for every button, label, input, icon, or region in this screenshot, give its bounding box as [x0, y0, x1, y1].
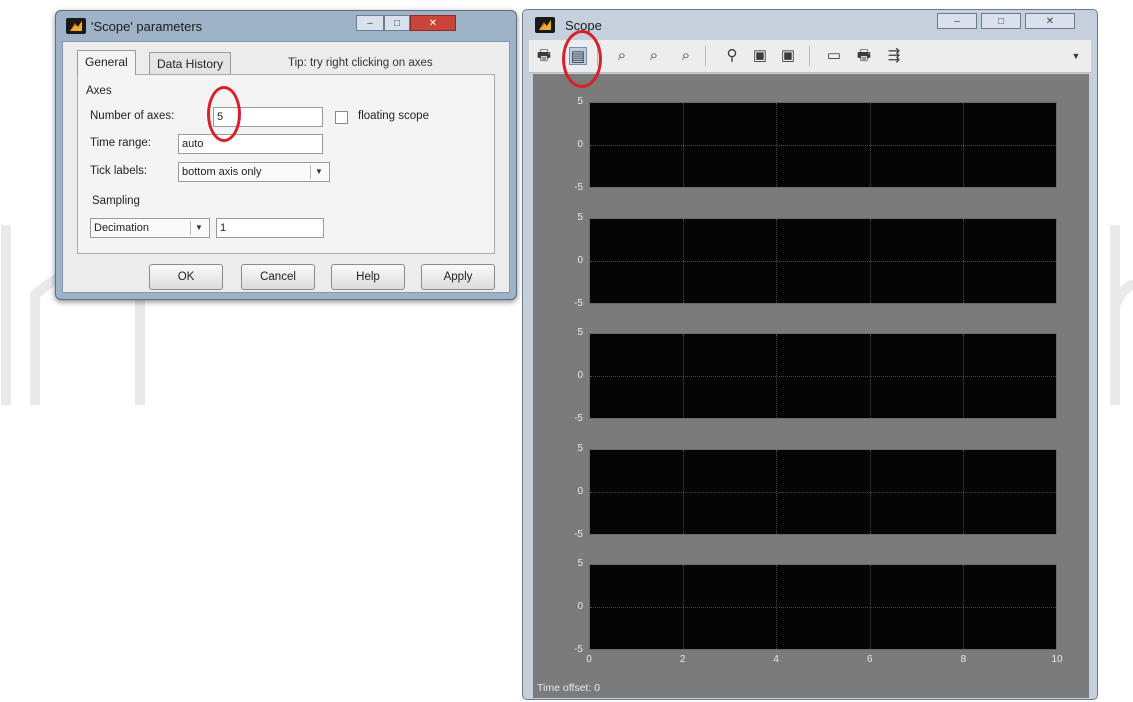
help-button[interactable]: Help [331, 264, 405, 290]
number-of-axes-label: Number of axes: [90, 110, 175, 122]
x-tick-label: 6 [867, 654, 873, 665]
maximize-button[interactable]: □ [384, 15, 410, 31]
scope-axes-5[interactable] [589, 564, 1057, 650]
restore-axes-settings-icon[interactable]: ▣ [779, 47, 797, 65]
simulink-app-icon [535, 17, 555, 33]
scope-window: Scope – □ ✕ 🖶 ▤ ⌕ ⌕ ⌕ ⚲ ▣ ▣ ▭ 🖶 ⇶ ▼ Time… [522, 9, 1098, 700]
scope-title: Scope [565, 18, 602, 33]
general-panel: Axes Number of axes: 5 floating scope Ti… [77, 74, 495, 254]
tick-labels-label: Tick labels: [90, 165, 148, 177]
zoom-y-icon[interactable]: ⌕ [677, 47, 695, 65]
save-axes-settings-icon[interactable]: ▣ [751, 47, 769, 65]
x-tick-label: 10 [1051, 654, 1063, 665]
scope-parameters-dialog: 'Scope' parameters – □ ✕ General Data Hi… [55, 10, 517, 300]
tick-labels-select[interactable]: bottom axis only ▼ [178, 162, 330, 182]
floating-scope-checkbox[interactable] [335, 111, 348, 124]
tick-labels-selected: bottom axis only [182, 166, 262, 178]
toolbar-separator [597, 46, 598, 66]
toolbar-separator [809, 46, 810, 66]
minimize-button[interactable]: – [356, 15, 384, 31]
minimize-button[interactable]: – [937, 13, 977, 29]
time-range-input[interactable]: auto [178, 134, 323, 154]
scope-window-controls: – □ ✕ [937, 13, 1075, 29]
autoscale-icon[interactable]: ⚲ [723, 47, 741, 65]
window-controls: – □ ✕ [356, 15, 456, 31]
dialog-body: General Data History Tip: try right clic… [62, 41, 510, 293]
time-offset-label: Time offset: [537, 682, 592, 694]
x-tick-label: 8 [960, 654, 967, 665]
tab-general[interactable]: General [77, 50, 136, 75]
scope-toolbar: 🖶 ▤ ⌕ ⌕ ⌕ ⚲ ▣ ▣ ▭ 🖶 ⇶ ▼ [529, 40, 1091, 73]
print-icon[interactable]: 🖶 [535, 47, 553, 65]
grid-line-horizontal [590, 491, 1056, 493]
chevron-down-icon: ▼ [190, 221, 207, 235]
grid-line-horizontal [590, 376, 1056, 377]
apply-button[interactable]: Apply [421, 264, 495, 290]
sampling-value-input[interactable]: 1 [216, 218, 324, 238]
y-tick-label: 0 [577, 254, 583, 266]
simulink-app-icon [66, 18, 86, 34]
grid-line-horizontal [590, 607, 1056, 608]
y-tick-label: -5 [574, 297, 583, 309]
tip-text: Tip: try right clicking on axes [288, 57, 433, 69]
scope-axes-4[interactable] [589, 448, 1057, 535]
y-tick-label: 5 [577, 442, 583, 454]
y-tick-label: 5 [577, 96, 583, 107]
y-tick-label: -5 [574, 528, 583, 540]
y-tick-label: 0 [577, 370, 583, 381]
dialog-title: 'Scope' parameters [91, 19, 203, 34]
axes-group-label: Axes [86, 85, 112, 97]
grid-line-horizontal [590, 145, 1056, 146]
scope-plot-area: Time offset: 0 5 0 -5 5 0 -5 5 0 -5 5 0 -5 5 0 -5 0 2 4 6 8… [533, 74, 1089, 698]
ok-button[interactable]: OK [149, 264, 223, 290]
tab-data-history[interactable]: Data History [149, 52, 232, 75]
y-tick-label: 0 [577, 139, 583, 150]
y-tick-label: -5 [574, 182, 583, 193]
floating-scope-label: floating scope [358, 110, 429, 122]
close-button[interactable]: ✕ [1025, 13, 1075, 29]
toolbar-separator [705, 46, 706, 66]
scope-axes-2[interactable] [589, 217, 1057, 304]
time-offset-value: 0 [594, 682, 601, 694]
scope-axes-3[interactable] [589, 333, 1057, 419]
sampling-group-label: Sampling [92, 195, 140, 207]
toolbar-overflow-icon[interactable]: ▼ [1067, 47, 1085, 65]
maximize-button[interactable]: □ [981, 13, 1021, 29]
y-tick-label: 0 [577, 601, 583, 612]
x-tick-label: 2 [679, 654, 686, 665]
lock-axes-icon[interactable]: ⇶ [885, 47, 903, 65]
dialog-titlebar[interactable]: 'Scope' parameters – □ ✕ [56, 11, 516, 41]
y-tick-label: 5 [577, 211, 583, 223]
signal-selection-icon[interactable]: 🖶 [855, 47, 873, 65]
x-tick-label: 0 [586, 654, 592, 665]
y-tick-label: 5 [577, 327, 583, 338]
number-of-axes-input[interactable]: 5 [213, 107, 323, 127]
x-tick-label: 4 [773, 654, 779, 665]
chevron-down-icon: ▼ [310, 165, 327, 179]
scope-axes-1[interactable] [589, 102, 1057, 188]
floating-scope-icon[interactable]: ▭ [825, 47, 843, 65]
grid-line-horizontal [590, 260, 1056, 262]
close-button[interactable]: ✕ [410, 15, 456, 31]
cancel-button[interactable]: Cancel [241, 264, 315, 290]
time-offset-status: Time offset: 0 [537, 682, 600, 694]
y-tick-label: -5 [574, 413, 583, 424]
sampling-mode-select[interactable]: Decimation ▼ [90, 218, 210, 238]
zoom-icon[interactable]: ⌕ [613, 47, 631, 65]
sampling-mode-selected: Decimation [94, 222, 150, 234]
parameters-icon[interactable]: ▤ [569, 47, 587, 65]
time-range-label: Time range: [90, 137, 151, 149]
y-tick-label: 0 [577, 485, 583, 497]
y-tick-label: 5 [577, 558, 583, 569]
zoom-x-icon[interactable]: ⌕ [645, 47, 663, 65]
